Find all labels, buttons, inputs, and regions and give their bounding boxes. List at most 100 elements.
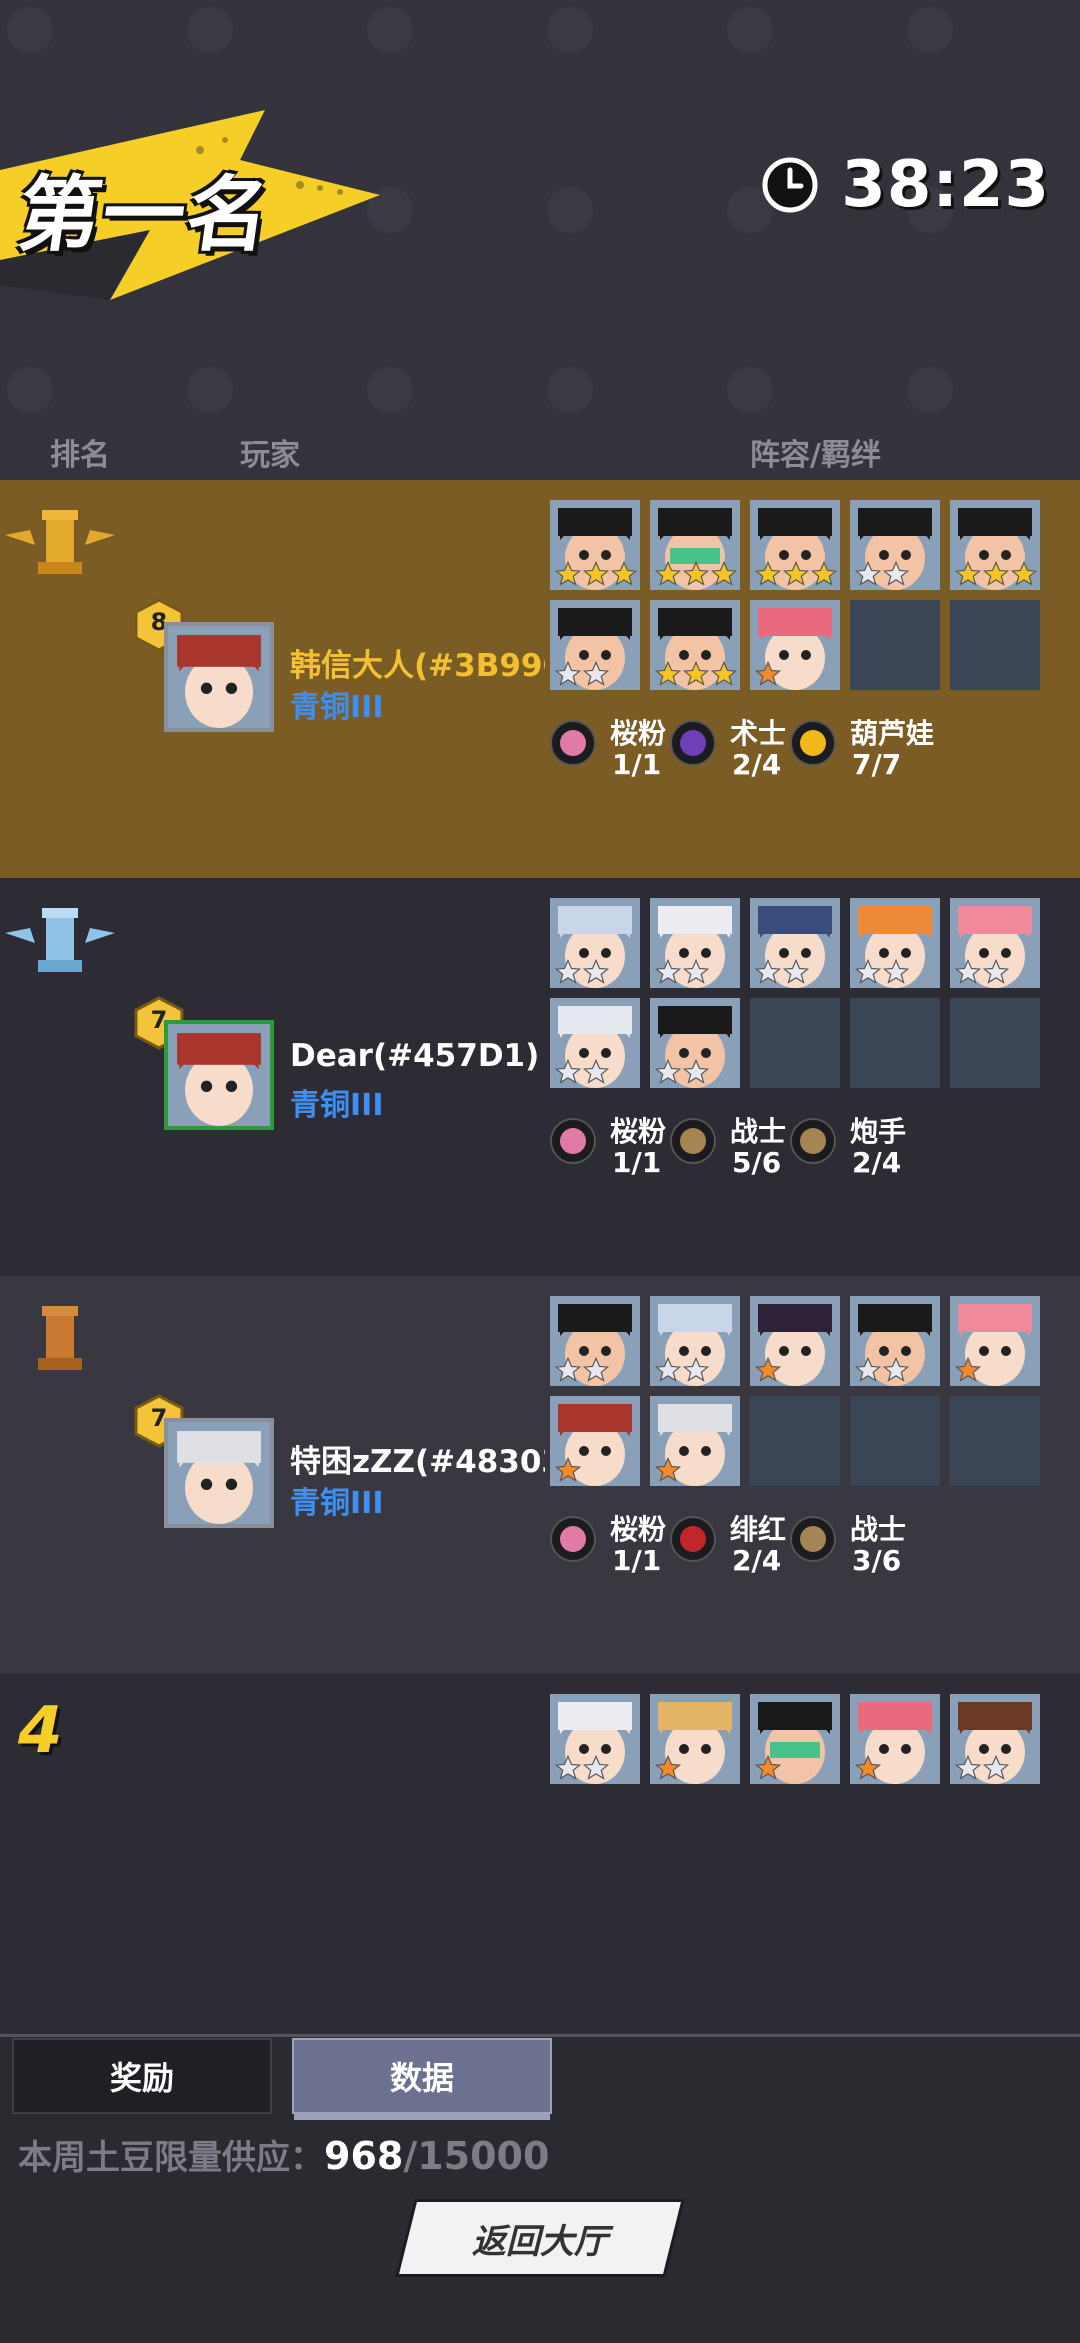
player-tier: 青铜III [290, 1486, 384, 1521]
unit-portrait[interactable] [650, 1296, 740, 1386]
sakura-icon [550, 1118, 596, 1164]
unit-portrait[interactable] [750, 898, 840, 988]
unit-stars [554, 958, 610, 986]
trait-list: 桜粉 1/1 绯红 2/4 战士 3/6 [550, 1506, 1050, 1586]
bronze-rook-icon [38, 1306, 82, 1370]
unit-stars [554, 660, 610, 688]
sakura-icon [550, 720, 596, 766]
star-icon [954, 958, 982, 984]
warrior-icon [790, 1516, 836, 1562]
unit-portrait[interactable] [550, 600, 640, 690]
unit-portrait[interactable] [950, 1694, 1040, 1784]
unit-portrait[interactable] [650, 500, 740, 590]
star-icon [554, 1356, 582, 1382]
trait-count: 5/6 [732, 1146, 782, 1179]
unit-portrait[interactable] [850, 1694, 940, 1784]
unit-stars [954, 1754, 1010, 1782]
star-icon [754, 1754, 782, 1780]
star-icon [554, 560, 582, 586]
avatar[interactable] [164, 1020, 274, 1130]
tab-reward[interactable]: 奖励 [12, 2038, 272, 2114]
warrior-icon [670, 1118, 716, 1164]
unit-portrait[interactable] [650, 898, 740, 988]
unit-portrait[interactable] [550, 1694, 640, 1784]
trait-name: 战士 [730, 1115, 787, 1148]
ranking-row: 8 韩信大人(#3B99C 青铜III 桜粉 1/1 术士 2/4 葫芦娃 7/7 [0, 480, 1080, 878]
unit-portrait[interactable] [650, 1694, 740, 1784]
unit-portrait[interactable] [550, 500, 640, 590]
star-icon [982, 560, 1010, 586]
star-icon [582, 958, 610, 984]
empty-unit-slot [850, 998, 940, 1088]
star-icon [582, 660, 610, 686]
unit-portrait[interactable] [750, 500, 840, 590]
star-icon [554, 958, 582, 984]
avatar[interactable] [164, 1418, 274, 1528]
unit-portrait[interactable] [550, 998, 640, 1088]
back-to-lobby-button[interactable]: 返回大厅 [399, 2202, 681, 2274]
unit-stars [854, 958, 910, 986]
trait-name: 葫芦娃 [850, 717, 935, 750]
trait-list: 桜粉 1/1 战士 5/6 炮手 2/4 [550, 1108, 1050, 1188]
unit-stars [654, 958, 710, 986]
trait-count: 1/1 [612, 1146, 662, 1179]
unit-portrait[interactable] [650, 1396, 740, 1486]
star-icon [854, 560, 882, 586]
star-icon [854, 1754, 882, 1780]
star-icon [782, 560, 810, 586]
star-icon [554, 660, 582, 686]
supply-current: 968 [324, 2134, 404, 2178]
star-icon [810, 560, 838, 586]
empty-unit-slot [750, 1396, 840, 1486]
unit-portrait[interactable] [550, 1396, 640, 1486]
unit-portrait[interactable] [650, 998, 740, 1088]
unit-portrait[interactable] [850, 1296, 940, 1386]
empty-unit-slot [950, 1396, 1040, 1486]
unit-stars [654, 660, 738, 688]
unit-portrait[interactable] [950, 1296, 1040, 1386]
unit-stars [554, 560, 638, 588]
unit-portrait[interactable] [850, 898, 940, 988]
unit-stars [654, 1058, 710, 1086]
star-icon [754, 560, 782, 586]
unit-portrait[interactable] [550, 1296, 640, 1386]
trait-count: 2/4 [852, 1146, 902, 1179]
back-button-label: 返回大厅 [472, 2221, 608, 2262]
star-icon [654, 1754, 682, 1780]
unit-portrait[interactable] [750, 1296, 840, 1386]
tab-data[interactable]: 数据 [292, 2038, 552, 2120]
unit-portrait[interactable] [850, 500, 940, 590]
timer: 38:23 [761, 140, 1050, 230]
supply-text: 本周土豆限量供应：968/15000 [18, 2130, 549, 2179]
star-icon [882, 1356, 910, 1382]
star-icon [582, 1754, 610, 1780]
unit-portrait[interactable] [750, 600, 840, 690]
gold-rook-winged-icon [5, 510, 115, 574]
star-icon [882, 958, 910, 984]
trait-count: 7/7 [852, 748, 902, 781]
trait-count: 2/4 [732, 748, 782, 781]
avatar[interactable] [164, 622, 274, 732]
star-icon [682, 660, 710, 686]
star-icon [682, 560, 710, 586]
unit-portrait[interactable] [550, 898, 640, 988]
unit-portrait[interactable] [950, 500, 1040, 590]
unit-stars [754, 560, 838, 588]
unit-portrait[interactable] [750, 1694, 840, 1784]
star-icon [754, 660, 782, 686]
star-icon [654, 1356, 682, 1382]
unit-portrait[interactable] [950, 898, 1040, 988]
unit-portrait[interactable] [650, 600, 740, 690]
empty-unit-slot [850, 600, 940, 690]
ranking-row: 7特困zZZ(#48303)青铜III桜粉1/1绯红2/4战士3/6 [0, 1276, 1080, 1674]
rank-number: 4 [18, 1694, 63, 1768]
unit-stars [754, 1754, 782, 1782]
trait-name: 绯红 [730, 1513, 787, 1546]
trait-name: 桜粉 [610, 1513, 667, 1546]
trait-count: 1/1 [612, 1544, 662, 1577]
trait-count: 2/4 [732, 1544, 782, 1577]
star-icon [754, 1356, 782, 1382]
star-icon [754, 958, 782, 984]
star-icon [854, 958, 882, 984]
gunner-icon [790, 1118, 836, 1164]
